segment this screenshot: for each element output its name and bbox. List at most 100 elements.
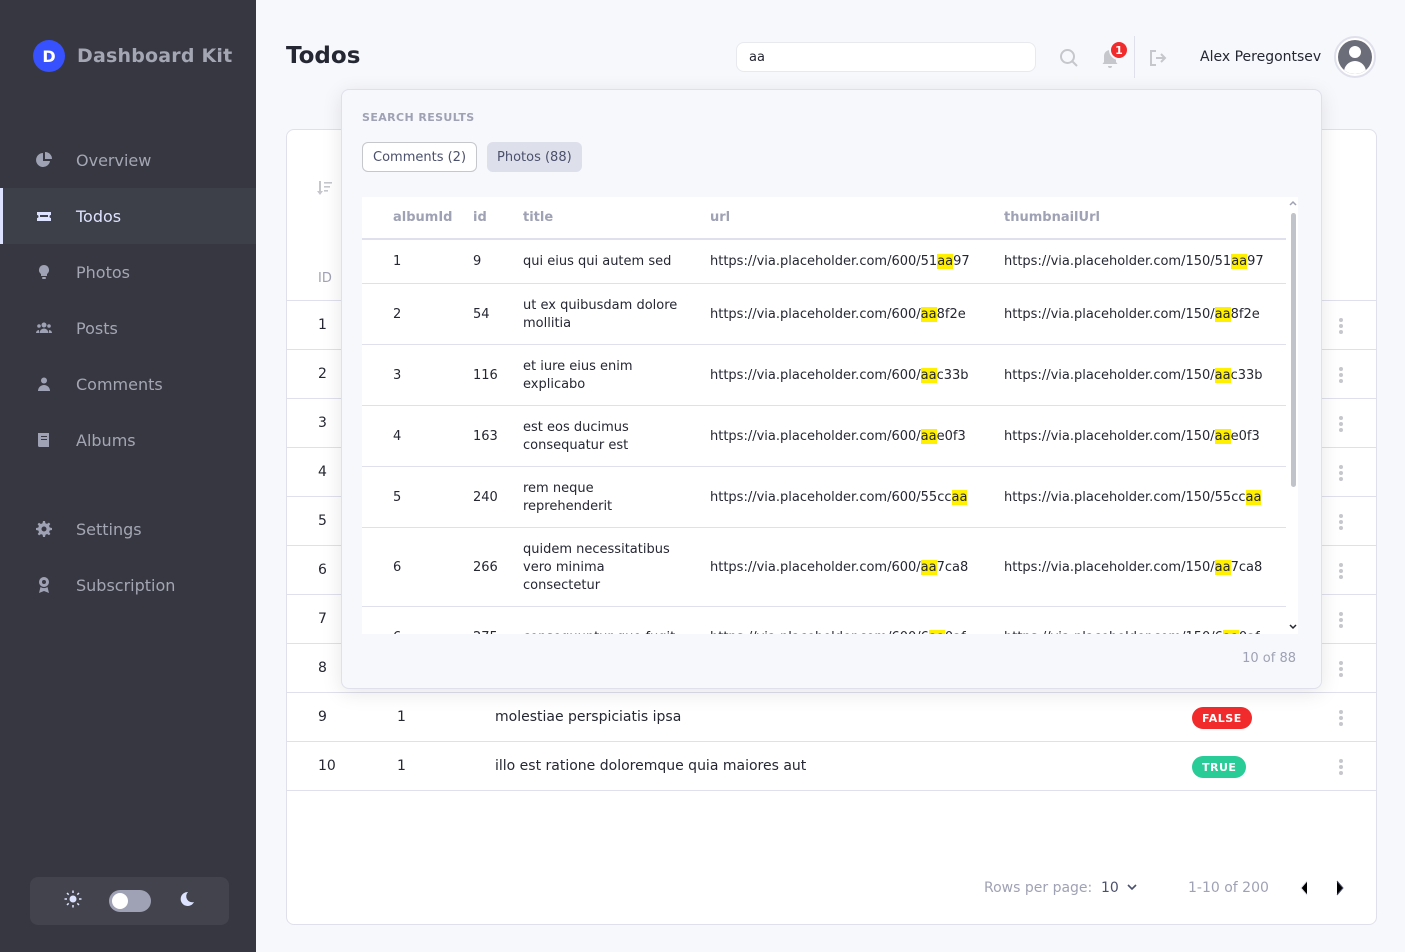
chevron-right-icon[interactable] (1330, 878, 1350, 898)
cell-id: 54 (473, 306, 490, 322)
row-id: 3 (318, 415, 327, 431)
cell-albumid: 2 (393, 306, 402, 322)
header-divider (1134, 36, 1135, 78)
sidebar-item-posts[interactable]: Posts (0, 300, 256, 356)
result-row[interactable]: 3 116 et iure eius enim explicabo https://vi… (362, 345, 1286, 406)
theme-toggle[interactable] (108, 890, 151, 912)
column-header-title[interactable]: title (523, 210, 553, 225)
search-input[interactable] (736, 42, 1036, 72)
toggle-knob (111, 893, 128, 909)
status-badge: FALSE (1192, 707, 1252, 729)
sidebar-item-settings[interactable]: Settings (0, 501, 256, 557)
sort-icon[interactable] (317, 180, 333, 200)
results-table: albumId id title url thumbnailUrl 1 9 qui … (362, 197, 1298, 634)
sidebar-item-label: Subscription (76, 575, 176, 595)
search-highlight: aa (928, 629, 945, 634)
cell-thumbnailurl: https://via.placeholder.com/150/aac33b (1004, 367, 1263, 383)
more-vertical-icon[interactable] (1337, 561, 1345, 581)
more-vertical-icon[interactable] (1337, 708, 1345, 728)
search-highlight: aa (920, 428, 937, 444)
sun-icon[interactable] (64, 890, 82, 912)
result-row[interactable]: 4 163 est eos ducimus consequatur est https:… (362, 406, 1286, 467)
more-vertical-icon[interactable] (1337, 757, 1345, 777)
column-header-thumbnailurl[interactable]: thumbnailUrl (1004, 210, 1100, 225)
more-vertical-icon[interactable] (1337, 365, 1345, 385)
cell-title: consequuntur quo fugit (523, 629, 675, 635)
cell-albumid: 5 (393, 489, 402, 505)
table-row[interactable]: 10 1 illo est ratione doloremque quia ma… (287, 742, 1376, 791)
results-count: 10 of 88 (1242, 651, 1296, 666)
scrollbar-thumb[interactable] (1291, 213, 1296, 487)
lightbulb-icon (35, 263, 53, 281)
column-header-albumid[interactable]: albumId (393, 210, 452, 225)
moon-icon[interactable] (178, 890, 196, 912)
sidebar-item-label: Overview (76, 150, 152, 170)
result-row[interactable]: 1 9 qui eius qui autem sed https://via.plac… (362, 240, 1286, 284)
search-highlight: aa (920, 559, 937, 575)
cell-albumid: 1 (393, 254, 402, 269)
search-highlight: aa (920, 367, 937, 383)
column-header-id[interactable]: ID (318, 271, 332, 286)
row-id: 8 (318, 660, 327, 676)
result-row[interactable]: 6 275 consequuntur quo fugit https://via.pl… (362, 607, 1286, 634)
tab-photos[interactable]: Photos (88) (487, 142, 582, 172)
sidebar-item-label: Albums (76, 430, 136, 450)
more-vertical-icon[interactable] (1337, 659, 1345, 679)
sidebar-item-overview[interactable]: Overview (0, 132, 256, 188)
column-header-id[interactable]: id (473, 210, 487, 225)
results-table-header: albumId id title url thumbnailUrl (362, 197, 1286, 240)
row-id: 1 (318, 317, 327, 333)
sidebar-item-subscription[interactable]: Subscription (0, 557, 256, 613)
search-results-popover: SEARCH RESULTS Comments (2) Photos (88) … (341, 89, 1322, 689)
rows-per-page-select[interactable]: 10 (1101, 880, 1119, 896)
users-icon (35, 319, 53, 337)
search-highlight: aa (920, 306, 937, 322)
chevron-down-icon[interactable] (1288, 622, 1298, 632)
user-name[interactable]: Alex Peregontsev (1200, 49, 1321, 65)
user-icon (35, 375, 53, 393)
result-row[interactable]: 5 240 rem neque reprehenderit https://via.pl… (362, 467, 1286, 528)
chevron-left-icon[interactable] (1294, 878, 1314, 898)
brand[interactable]: D Dashboard Kit (33, 40, 232, 72)
chevron-up-icon[interactable] (1288, 198, 1298, 208)
sidebar-item-photos[interactable]: Photos (0, 244, 256, 300)
sidebar-item-comments[interactable]: Comments (0, 356, 256, 412)
more-vertical-icon[interactable] (1337, 512, 1345, 532)
row-id: 2 (318, 366, 327, 382)
cell-id: 240 (473, 489, 498, 505)
ticket-icon (35, 207, 53, 225)
tab-comments[interactable]: Comments (2) (362, 142, 478, 172)
cell-id: 266 (473, 559, 498, 575)
result-row[interactable]: 6 266 quidem necessitatibus vero minima cons… (362, 528, 1286, 607)
sidebar-item-albums[interactable]: Albums (0, 412, 256, 468)
status-badge: TRUE (1192, 756, 1247, 778)
row-id: 5 (318, 513, 327, 529)
more-vertical-icon[interactable] (1337, 463, 1345, 483)
row-id: 4 (318, 464, 327, 480)
brand-name: Dashboard Kit (77, 45, 233, 67)
cell-title: et iure eius enim explicabo (523, 358, 633, 392)
sidebar-item-todos[interactable]: Todos (0, 188, 256, 244)
more-vertical-icon[interactable] (1337, 414, 1345, 434)
column-header-url[interactable]: url (710, 210, 730, 225)
row-title: illo est ratione doloremque quia maiores… (495, 758, 807, 774)
search-highlight: aa (1231, 254, 1248, 269)
cell-thumbnailurl: https://via.placeholder.com/150/55ccaa (1004, 489, 1262, 505)
table-row[interactable]: 9 1 molestiae perspiciatis ipsa FALSE (287, 693, 1376, 742)
award-icon (35, 576, 53, 594)
cell-url: https://via.placeholder.com/600/51aa97 (710, 254, 970, 269)
cell-id: 275 (473, 629, 498, 635)
result-row[interactable]: 2 54 ut ex quibusdam dolore mollitia https:/… (362, 284, 1286, 345)
search-icon[interactable] (1058, 47, 1080, 69)
more-vertical-icon[interactable] (1337, 610, 1345, 630)
search-highlight: aa (937, 254, 954, 269)
avatar[interactable] (1334, 36, 1376, 78)
pagination-range: 1-10 of 200 (1188, 880, 1269, 896)
search-highlight: aa (1214, 367, 1231, 383)
cell-title: qui eius qui autem sed (523, 254, 672, 269)
pie-chart-icon (35, 151, 53, 169)
more-vertical-icon[interactable] (1337, 316, 1345, 336)
cell-thumbnailurl: https://via.placeholder.com/150/6aa0af (1004, 629, 1260, 634)
logout-icon[interactable] (1148, 48, 1168, 68)
chevron-down-icon[interactable] (1126, 881, 1138, 893)
